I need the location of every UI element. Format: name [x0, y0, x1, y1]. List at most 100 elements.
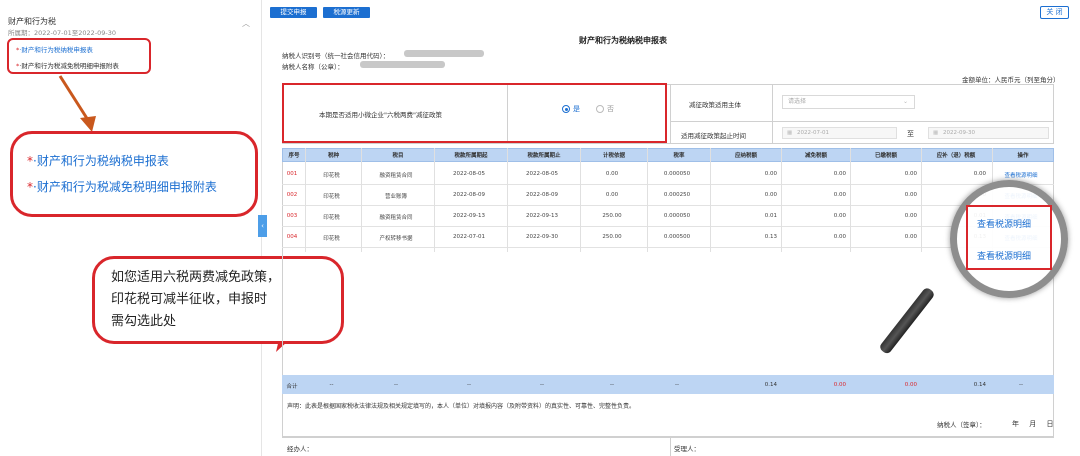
column-divider — [361, 148, 362, 252]
divider — [670, 84, 671, 144]
table-cell: 2022-09-13 — [526, 213, 558, 219]
table-cell: 0.00 — [904, 171, 917, 177]
total-cell: -- — [394, 382, 398, 388]
column-header: 税率 — [673, 153, 685, 159]
redacted-value — [360, 61, 445, 68]
table-cell: 产权转移书据 — [379, 236, 413, 242]
total-cell: -- — [540, 382, 544, 388]
table-cell: 融资租赁合同 — [379, 173, 413, 179]
amount-unit: 金额单位：人民币元（列至角分） — [962, 76, 1060, 84]
radio-yes[interactable] — [562, 105, 570, 113]
calendar-icon: ▦ — [787, 130, 793, 136]
table-cell: 0.00 — [973, 171, 986, 177]
table-cell: 2022-07-01 — [453, 234, 485, 240]
column-header: 应补（退）税额 — [936, 153, 976, 159]
total-cell: -- — [467, 382, 471, 388]
column-divider — [710, 148, 711, 252]
agent-label: 经办人： — [287, 445, 313, 453]
total-cell: 0.00 — [833, 382, 846, 388]
total-cell: 合计 — [286, 384, 298, 390]
refresh-source-button[interactable]: 税源更新 — [323, 7, 370, 18]
total-cell: -- — [329, 382, 334, 388]
collapse-sidebar-handle[interactable]: ‹ — [258, 215, 267, 237]
table-cell: 0.00 — [605, 171, 619, 177]
policy-question: 本期是否适用小微企业"六税两费"减征政策 — [319, 111, 442, 119]
column-header: 税款所属期起 — [454, 153, 488, 159]
radio-yes-label[interactable]: 是 — [573, 104, 580, 114]
table-cell: 0.00 — [605, 192, 619, 198]
table-cell: 2022-08-09 — [453, 192, 485, 198]
table-cell: 0.00 — [833, 192, 846, 198]
radio-no-label[interactable]: 否 — [607, 104, 614, 114]
table-cell: 2022-09-13 — [453, 213, 485, 219]
magnified-link: 查看税源明细 — [977, 220, 1032, 230]
column-divider — [507, 148, 508, 252]
table-cell: 0.00 — [764, 171, 777, 177]
column-divider — [305, 148, 306, 252]
table-cell: 0.00 — [904, 213, 917, 219]
column-header: 序号 — [288, 153, 300, 159]
divider — [670, 121, 1054, 122]
subject-label: 减征政策适用主体 — [689, 101, 741, 109]
taxpayer-name-label: 纳税人名称（公章）： — [282, 63, 344, 71]
table-cell: 0.000050 — [663, 213, 691, 219]
callout-line: 印花税可减半征收，申报时 — [111, 292, 268, 307]
table-cell: 003 — [286, 213, 298, 219]
arrow-line — [58, 75, 90, 121]
signer-label: 纳税人（签章）： — [937, 421, 986, 429]
column-header: 已缴税额 — [874, 153, 897, 159]
taxpayer-id-label: 纳税人识别号（统一社会信用代码）： — [282, 52, 390, 60]
table-cell: 0.000500 — [663, 234, 691, 240]
date-from-input[interactable]: ▦ 2022-07-01 — [782, 127, 897, 139]
date-to-input[interactable]: ▦ 2022-09-30 — [928, 127, 1049, 139]
table-cell: 印花税 — [323, 173, 340, 179]
total-cell: -- — [610, 382, 614, 388]
table-cell: 2022-08-05 — [453, 171, 485, 177]
column-divider — [647, 148, 648, 252]
table-cell: 2022-08-05 — [526, 171, 558, 177]
column-header: 计税依据 — [602, 153, 625, 159]
date-value: 2022-07-01 — [797, 130, 829, 136]
table-cell: 印花税 — [323, 215, 340, 221]
table-cell: 0.00 — [833, 171, 846, 177]
callout-line: 如您适用六税两费减免政策， — [111, 270, 281, 285]
calendar-icon: ▦ — [933, 130, 939, 136]
view-source-link[interactable]: 查看税源明细 — [993, 171, 1049, 179]
divider — [670, 436, 671, 456]
declaration: 声明：此表是根据国家税收法律法规及相关规定填写的，本人（单位）对填报内容（及附带… — [287, 403, 636, 410]
callout-text: ·财产和行为税减免税明细申报附表 — [33, 180, 217, 194]
callout-text: 如您适用六税两费减免政策， 印花税可减半征收，申报时 需勾选此处 — [111, 267, 280, 333]
submit-button[interactable]: 提交申报 — [270, 7, 317, 18]
arrow-head — [80, 116, 96, 132]
radio-no[interactable] — [596, 105, 604, 113]
subject-select[interactable]: 请选择 ⌄ — [782, 95, 915, 109]
table-cell: 004 — [286, 234, 298, 240]
table-cell: 0.00 — [904, 234, 917, 240]
callout-line-1: *·财产和行为税纳税申报表 — [27, 152, 169, 169]
total-cell: 0.14 — [973, 382, 986, 388]
table-cell: 0.00 — [764, 192, 777, 198]
column-header: 减免税额 — [804, 153, 827, 159]
redacted-value — [404, 50, 484, 57]
table-cell: 营业账簿 — [384, 194, 407, 200]
column-divider — [434, 148, 435, 252]
column-divider — [850, 148, 851, 252]
callout-line: 需勾选此处 — [111, 314, 177, 329]
date-range-label: 适用减征政策起止时间 — [681, 132, 746, 140]
form-title: 财产和行为税纳税申报表 — [579, 36, 667, 45]
total-cell: -- — [675, 382, 679, 388]
table-cell: 0.00 — [904, 192, 917, 198]
date-signature: 年 月 日 — [1012, 420, 1054, 428]
column-header: 税目 — [392, 153, 404, 159]
table-cell: 0.13 — [764, 234, 777, 240]
column-divider — [921, 148, 922, 252]
table-cell: 001 — [286, 171, 298, 177]
column-header: 应纳税额 — [734, 153, 757, 159]
callout-forms: *·财产和行为税纳税申报表 *·财产和行为税减免税明细申报附表 — [10, 131, 258, 217]
column-header: 操作 — [1017, 153, 1029, 159]
divider — [772, 84, 773, 144]
close-button[interactable]: 关 闭 — [1040, 6, 1069, 19]
total-cell: 0.00 — [904, 382, 917, 388]
table-cell: 0.00 — [833, 234, 846, 240]
date-value: 2022-09-30 — [943, 130, 975, 136]
